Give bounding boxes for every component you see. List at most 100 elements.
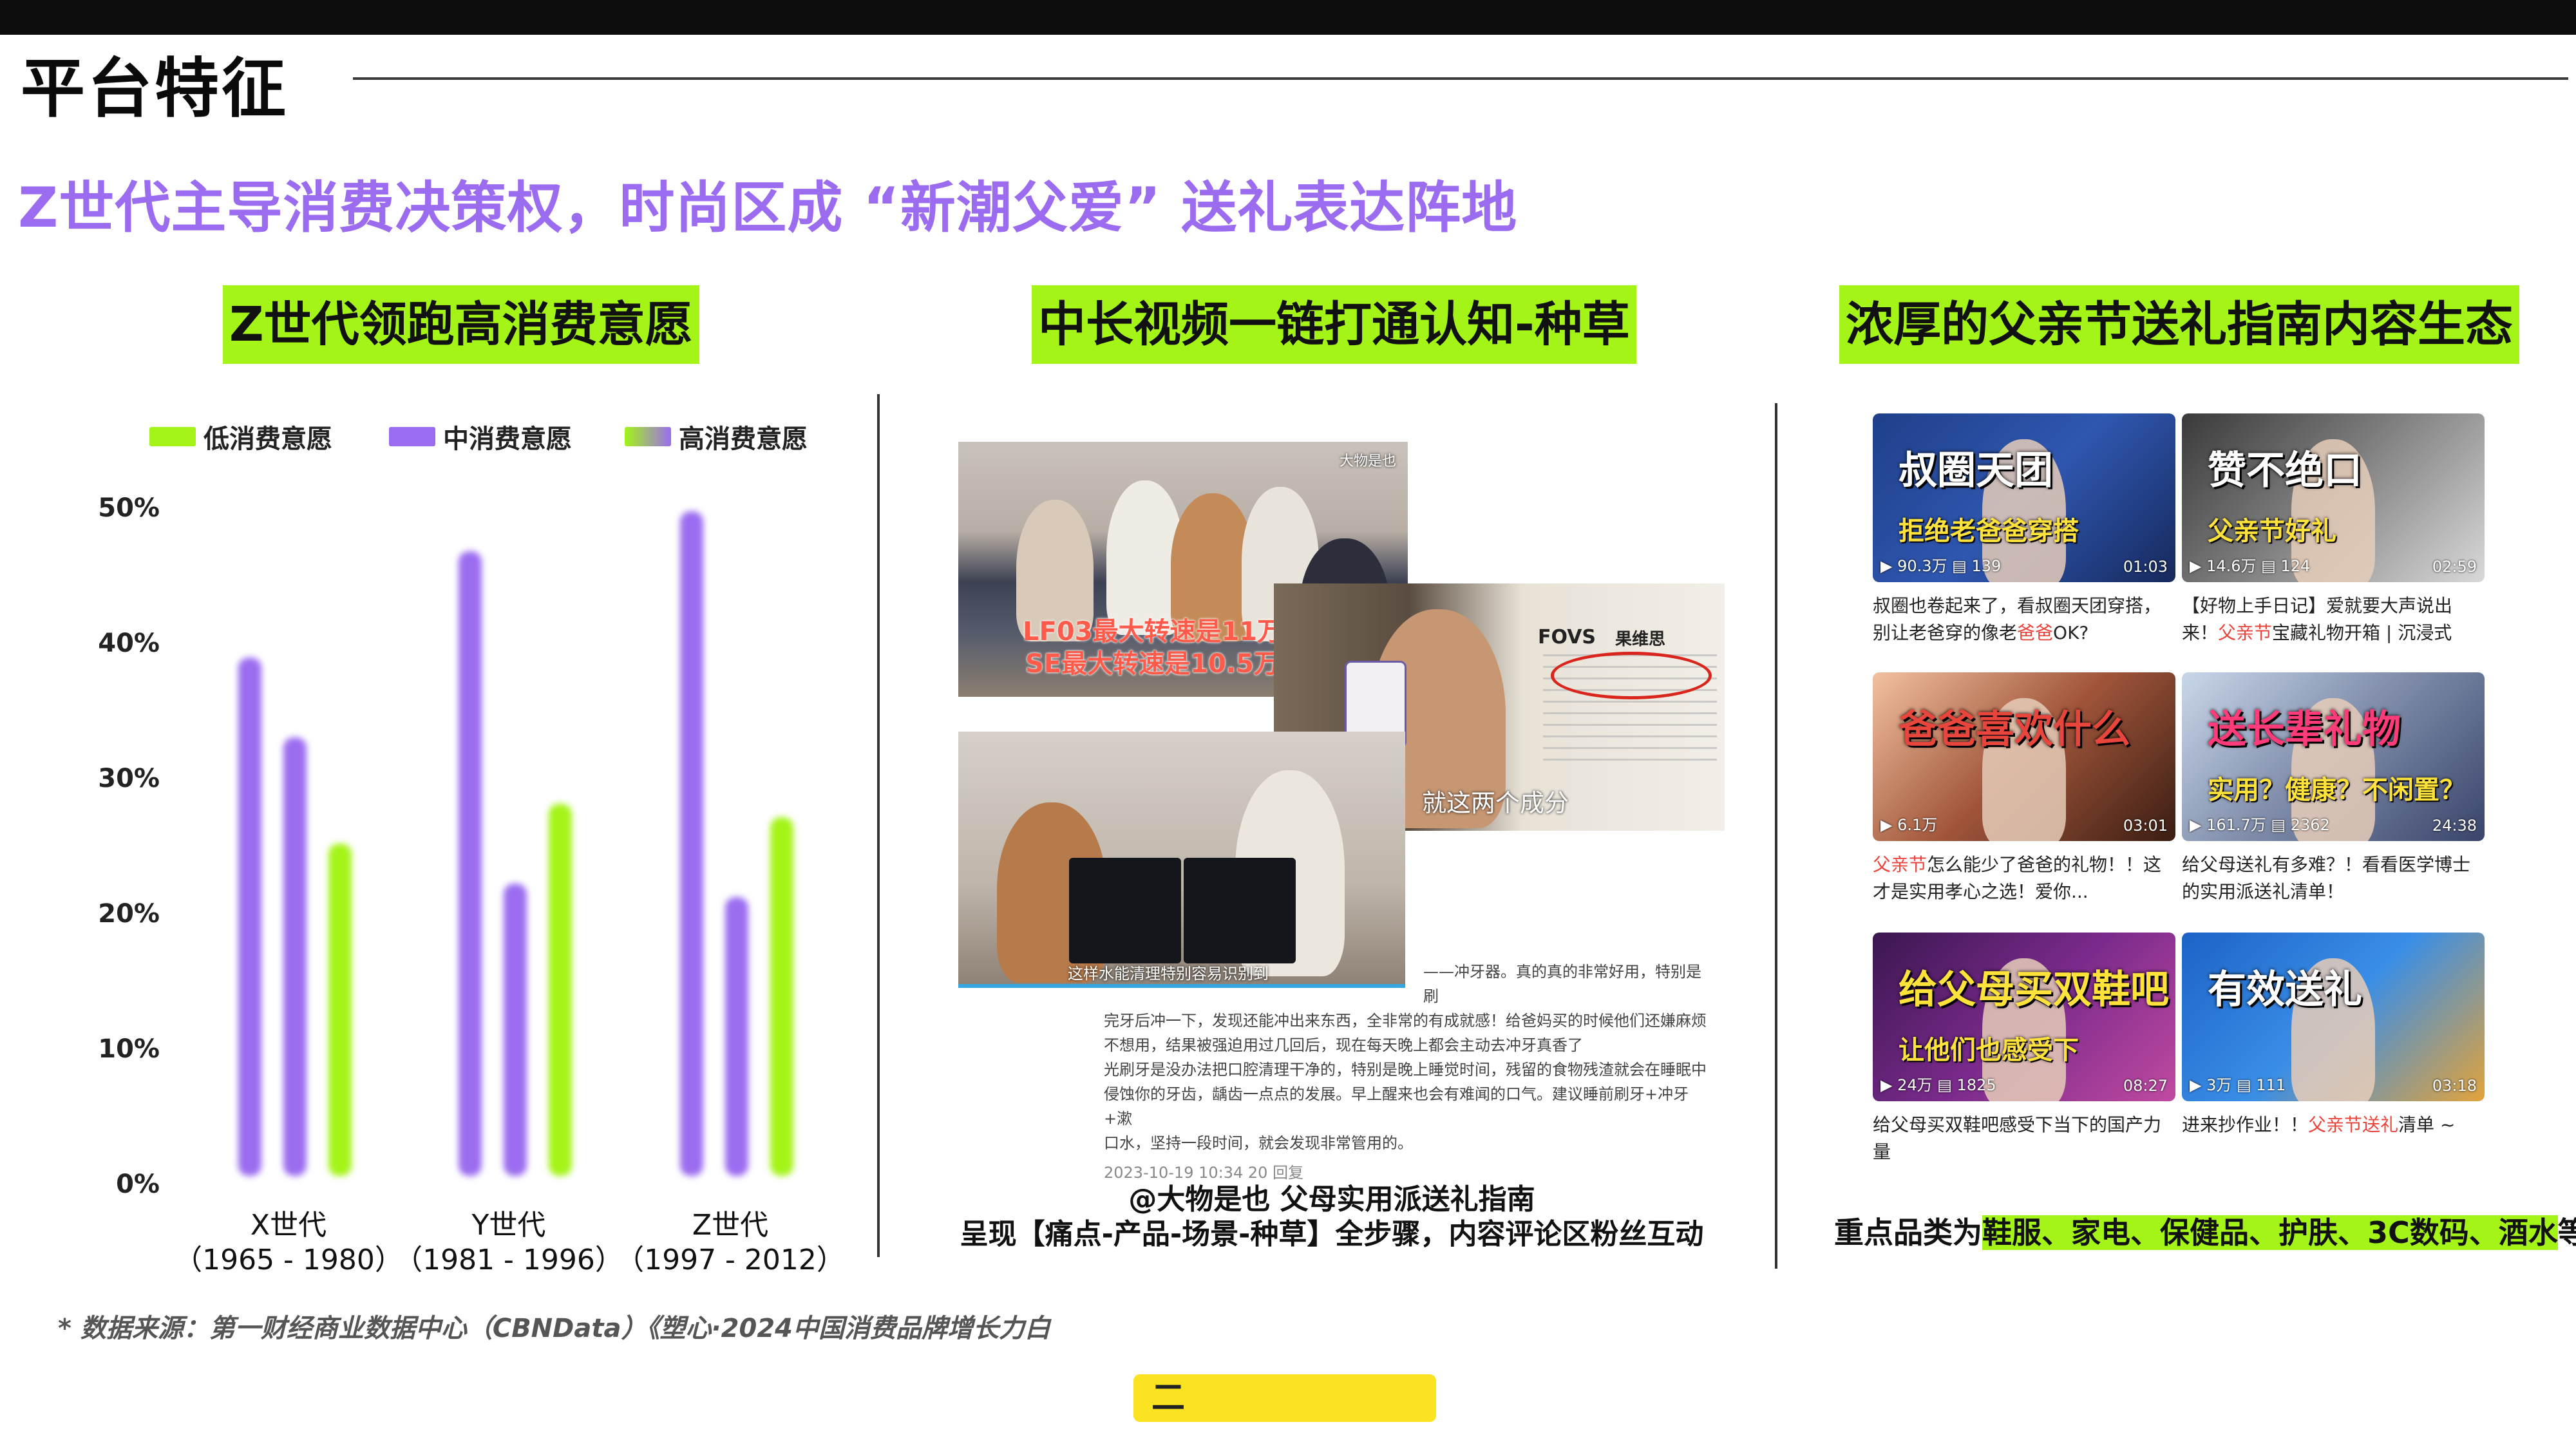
- thumbnail-description[interactable]: 给父母送礼有多难？！看看医学博士的实用派送礼清单！: [2182, 851, 2485, 905]
- legend-label-low: 低消费意愿: [204, 424, 332, 454]
- thumbnail-subtitle: 让他们也感受下: [1899, 1036, 2079, 1065]
- comment-line: 侵蚀你的牙齿，龋齿一点点的发展。早上醒来也会有难闻的口气。建议睡前刷牙+冲牙+漱: [1104, 1085, 1689, 1128]
- page-subtitle: Z世代主导消费决策权，时尚区成 “新潮父爱” 送礼表达阵地: [18, 176, 1518, 240]
- thumbnail-description[interactable]: 给父母买双鞋吧感受下当下的国产力量: [1873, 1112, 2175, 1166]
- right-caption-suffix: 等: [2557, 1215, 2576, 1250]
- description-text: 给父母送礼有多难？！看看医学博士的实用派送礼清单！: [2182, 854, 2471, 902]
- description-highlight: 父亲节: [2218, 622, 2273, 643]
- y-tick-label: 50%: [98, 493, 160, 523]
- x-category-label: X世代 （1965 - 1980）: [173, 1208, 404, 1278]
- x-category-name: Z世代: [692, 1209, 769, 1242]
- thumbnail-duration: 08:27: [2123, 1077, 2168, 1095]
- y-tick-label: 40%: [98, 629, 160, 658]
- middle-caption-line2: 呈现【痛点-产品-场景-种草】全步骤，内容评论区粉丝互动: [960, 1218, 1704, 1251]
- video-thumbnail[interactable]: 爸爸喜欢什么 ▶ 6.1万 03:01: [1873, 672, 2175, 841]
- thumbnail-title: 叔圈天团: [1899, 448, 2053, 493]
- section-heading-middle: 中长视频一链打通认知-种草: [1032, 285, 1636, 364]
- section-heading-right: 浓厚的父亲节送礼指南内容生态: [1839, 285, 2519, 364]
- chart-bar: [549, 804, 572, 1176]
- right-caption: 重点品类为鞋服、家电、保健品、护肤、3C数码、酒水等: [1834, 1209, 2576, 1252]
- description-text: 进来抄作业！！: [2182, 1114, 2309, 1135]
- legend-item-high: 高消费意愿: [625, 422, 808, 454]
- x-category-name: X世代: [250, 1209, 327, 1242]
- chart-bar: [283, 737, 307, 1176]
- video-thumbnail[interactable]: 送长辈礼物 实用？健康？不闲置？ ▶ 161.7万 ▤ 2362 24:38: [2182, 672, 2485, 841]
- thumbnail-title: 给父母买双鞋吧: [1899, 967, 2169, 1012]
- x-category-years: （1965 - 1980）: [174, 1244, 403, 1276]
- legend-item-low: 低消费意愿: [149, 422, 332, 454]
- divider-left: [877, 394, 880, 1257]
- description-highlight: 父亲节: [1873, 854, 1927, 875]
- video-caption: 就这两个成分: [1422, 789, 1569, 817]
- video-frame-demo: 这样水能清理特别容易识别到: [958, 732, 1405, 985]
- video-thumbnail[interactable]: 给父母买双鞋吧让他们也感受下 ▶ 24万 ▤ 1825 08:27: [1873, 933, 2175, 1101]
- thumbnail-stats: ▶ 3万 ▤ 111: [2190, 1076, 2286, 1094]
- y-tick-label: 30%: [98, 764, 160, 793]
- middle-caption-line1: @大物是也 父母实用派送礼指南: [1128, 1183, 1535, 1216]
- chart-bar: [238, 658, 261, 1176]
- comment-block: ——冲牙器。真的真的非常好用，特别是刷 完牙后冲一下，发现还能冲出来东西，全非常…: [1104, 960, 1709, 1185]
- comment-line: 口水，坚持一段时间，就会发现非常管用的。: [1104, 1134, 1413, 1152]
- legend-label-mid: 中消费意愿: [443, 424, 572, 454]
- thumbnail-description[interactable]: 叔圈也卷起来了，看叔圈天团穿搭，别让老爸穿的像老爸爸OK?: [1873, 592, 2175, 647]
- red-circle-highlight: [1551, 652, 1712, 699]
- demo-screen-left: [1069, 858, 1181, 963]
- thumbnail-duration: 24:38: [2432, 817, 2477, 835]
- legend-swatch-mid: [389, 427, 435, 446]
- title-divider: [353, 77, 2568, 80]
- label-brand-cn: 果维思: [1615, 630, 1666, 649]
- demo-screen-right: [1184, 858, 1296, 963]
- comment-line: 完牙后冲一下，发现还能冲出来东西，全非常的有成就感！给爸妈买的时候他们还嫌麻烦: [1104, 1012, 1707, 1030]
- y-tick-label: 0%: [116, 1170, 160, 1199]
- comment-line: 不想用，结果被强迫用过几回后，现在每天晚上都会主动去冲牙真香了: [1104, 1036, 1583, 1054]
- chart-bar: [770, 817, 793, 1176]
- thumbnail-duration: 01:03: [2123, 558, 2168, 576]
- page-title: 平台特征: [21, 51, 289, 126]
- y-tick-label: 10%: [98, 1034, 160, 1064]
- data-source-note: * 数据来源：第一财经商业数据中心（CBNData）《塑心·2024中国消费品牌…: [58, 1314, 1050, 1343]
- thumbnail-description[interactable]: 进来抄作业！！父亲节送礼清单 ~: [2182, 1112, 2485, 1139]
- pill-mark: 二: [1151, 1379, 1186, 1417]
- thumbnail-title: 送长辈礼物: [2208, 707, 2401, 752]
- thumbnail-description[interactable]: 父亲节怎么能少了爸爸的礼物！！这才是实用孝心之选！爱你...: [1873, 851, 2175, 905]
- description-text: OK?: [2053, 622, 2089, 643]
- thumbnail-stats: ▶ 90.3万 ▤ 139: [1880, 557, 2002, 575]
- legend-swatch-low: [149, 427, 196, 446]
- thumbnail-subtitle: 父亲节好礼: [2208, 516, 2336, 546]
- description-text: 给父母买双鞋吧感受下当下的国产力量: [1873, 1114, 2162, 1162]
- chart-bar: [725, 896, 748, 1176]
- video-overlay-text: SE最大转速是10.5万转: [1025, 649, 1305, 679]
- thumbnail-description[interactable]: 【好物上手日记】爱就要大声说出来！父亲节宝藏礼物开箱 | 沉浸式: [2182, 592, 2485, 647]
- description-highlight: 父亲节送礼: [2308, 1114, 2399, 1135]
- thumbnail-duration: 03:18: [2432, 1077, 2477, 1095]
- chart-bar: [328, 844, 352, 1176]
- description-highlight: 爸爸: [2017, 622, 2054, 643]
- thumbnail-stats: ▶ 14.6万 ▤ 124: [2190, 557, 2311, 575]
- comment-meta: 2023-10-19 10:34 20 回复: [1104, 1164, 1304, 1182]
- right-caption-highlight: 鞋服、家电、保健品、护肤、3C数码、酒水: [1982, 1215, 2558, 1250]
- x-category-label: Z世代 （1997 - 2012）: [614, 1208, 846, 1278]
- thumbnail-subtitle: 实用？健康？不闲置？: [2208, 775, 2465, 805]
- legend-label-high: 高消费意愿: [679, 424, 808, 454]
- thumbnail-duration: 02:59: [2432, 558, 2477, 576]
- label-brand: FOVS: [1538, 626, 1596, 649]
- right-caption-prefix: 重点品类为: [1834, 1215, 1982, 1250]
- section-heading-left: Z世代领跑高消费意愿: [223, 285, 699, 364]
- video-thumbnail[interactable]: 叔圈天团拒绝老爸爸穿搭 ▶ 90.3万 ▤ 139 01:03: [1873, 413, 2175, 582]
- thumbnail-title: 赞不绝口: [2208, 448, 2362, 493]
- thumbnail-stats: ▶ 6.1万: [1880, 816, 1938, 834]
- x-category-label: Y世代 （1981 - 1996）: [393, 1208, 625, 1278]
- thumbnail-subtitle: 拒绝老爸爸穿搭: [1899, 516, 2079, 546]
- thumbnail-stats: ▶ 24万 ▤ 1825: [1880, 1076, 1996, 1094]
- chart-bar: [459, 551, 482, 1176]
- description-text: 清单 ~: [2398, 1114, 2456, 1135]
- chart-bar: [680, 511, 703, 1176]
- video-thumbnail[interactable]: 有效送礼 ▶ 3万 ▤ 111 03:18: [2182, 933, 2485, 1101]
- thumbnail-duration: 03:01: [2123, 817, 2168, 835]
- top-bar: [0, 0, 2576, 35]
- thumbnail-title: 爸爸喜欢什么: [1899, 707, 2130, 752]
- video-thumbnail[interactable]: 赞不绝口父亲节好礼 ▶ 14.6万 ▤ 124 02:59: [2182, 413, 2485, 582]
- thumbnail-title: 有效送礼: [2208, 967, 2362, 1012]
- description-text: 宝藏礼物开箱 | 沉浸式: [2272, 622, 2452, 643]
- x-category-name: Y世代: [471, 1209, 546, 1242]
